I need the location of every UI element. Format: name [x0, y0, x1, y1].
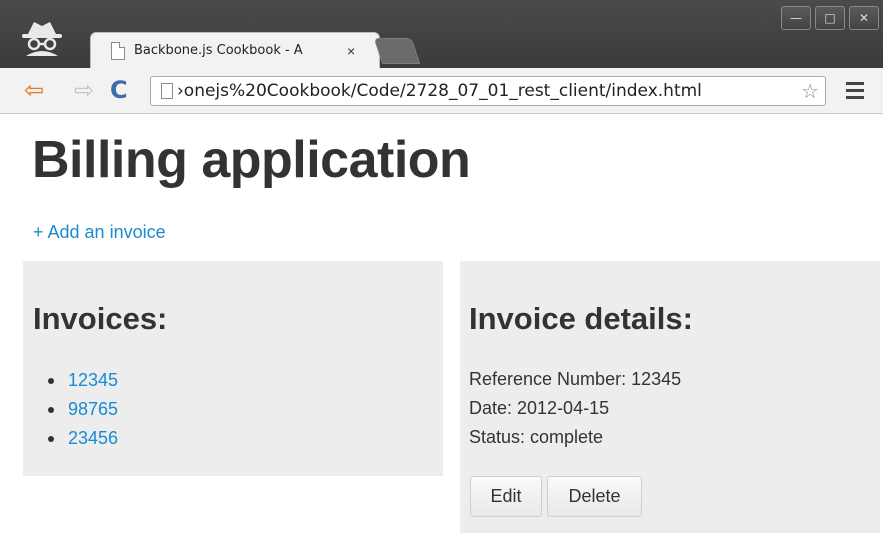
incognito-icon	[22, 22, 62, 56]
browser-toolbar: ⇦ ⇨ C ›onejs%20Cookbook/Code/2728_07_01_…	[0, 68, 883, 114]
page-title: Billing application	[32, 131, 471, 189]
invoice-status: Status: complete	[469, 427, 604, 447]
add-invoice-link[interactable]: + Add an invoice	[33, 222, 166, 243]
maximize-button[interactable]: □	[815, 6, 845, 30]
edit-button[interactable]: Edit	[470, 476, 542, 517]
address-bar[interactable]: ›onejs%20Cookbook/Code/2728_07_01_rest_c…	[150, 76, 826, 106]
reference-number: Reference Number: 12345	[469, 369, 682, 389]
close-tab-icon[interactable]: ×	[347, 43, 355, 59]
invoice-link[interactable]: 98765	[68, 399, 118, 419]
list-item: 23456	[47, 424, 118, 453]
close-window-button[interactable]: ✕	[849, 6, 879, 30]
tab-active[interactable]: Backbone.js Cookbook - A ×	[90, 32, 380, 68]
reload-icon[interactable]: C	[110, 76, 128, 104]
menu-icon[interactable]	[846, 78, 864, 102]
url-text[interactable]: ›onejs%20Cookbook/Code/2728_07_01_rest_c…	[177, 81, 799, 101]
back-arrow-icon[interactable]: ⇦	[24, 76, 44, 104]
invoice-details-panel: Invoice details: Reference Number: 12345…	[460, 261, 880, 533]
invoice-date: Date: 2012-04-15	[469, 398, 610, 418]
details-heading: Invoice details:	[469, 301, 693, 336]
details-list: Reference Number: 12345 Date: 2012-04-15…	[469, 365, 681, 452]
minimize-button[interactable]: —	[781, 6, 811, 30]
list-item: 12345	[47, 366, 118, 395]
tab-strip: Backbone.js Cookbook - A × — □ ✕	[0, 0, 883, 68]
invoices-heading: Invoices:	[33, 301, 168, 336]
invoices-panel: Invoices: 12345 98765 23456	[23, 261, 443, 476]
page-icon	[161, 83, 173, 99]
bookmark-star-icon[interactable]: ☆	[801, 79, 819, 104]
page-icon	[111, 41, 125, 60]
invoice-link[interactable]: 23456	[68, 428, 118, 448]
new-tab-button[interactable]	[373, 38, 421, 64]
page-content: Billing application + Add an invoice Inv…	[0, 114, 883, 552]
invoice-link[interactable]: 12345	[68, 370, 118, 390]
invoice-list: 12345 98765 23456	[47, 366, 118, 453]
list-item: 98765	[47, 395, 118, 424]
forward-arrow-icon[interactable]: ⇨	[74, 76, 94, 104]
tab-title: Backbone.js Cookbook - A	[134, 43, 303, 58]
delete-button[interactable]: Delete	[547, 476, 642, 517]
window-controls: — □ ✕	[781, 6, 879, 30]
browser-window: Backbone.js Cookbook - A × — □ ✕ ⇦ ⇨ C ›…	[0, 0, 883, 552]
